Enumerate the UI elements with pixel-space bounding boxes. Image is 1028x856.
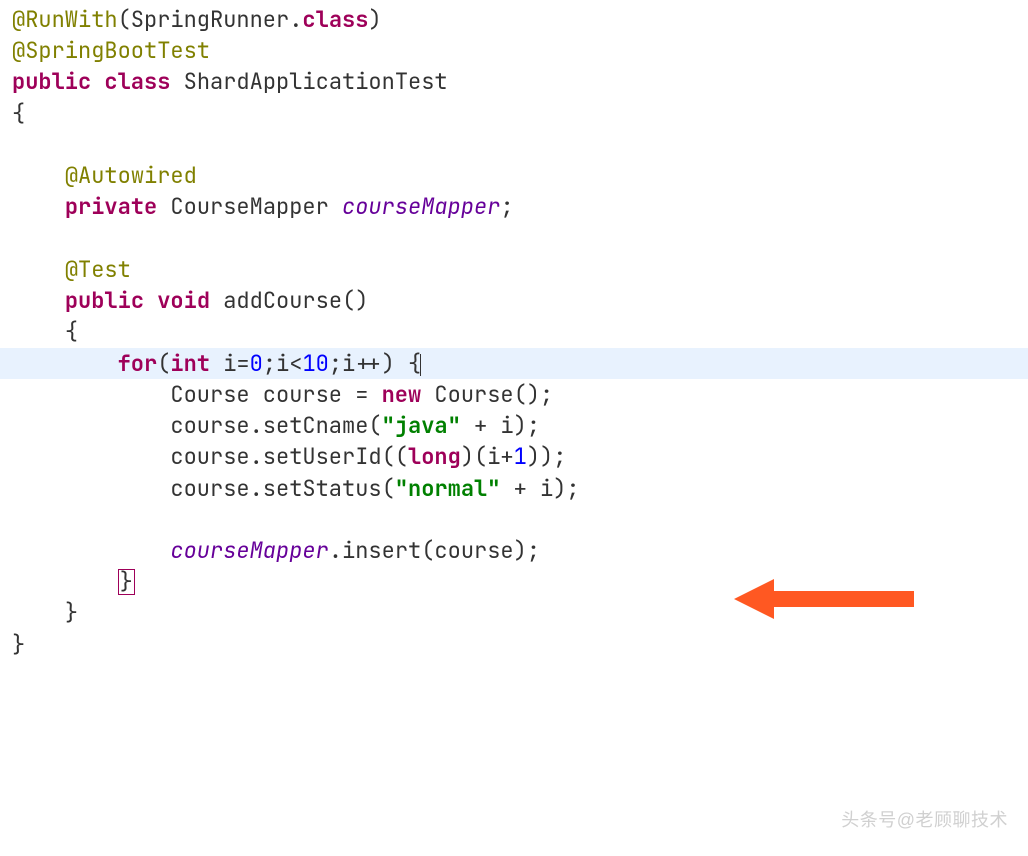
code-text: course.setCname(	[170, 411, 381, 440]
keyword-private: private	[65, 192, 157, 221]
string-literal: "normal"	[395, 474, 501, 503]
number: 0	[250, 349, 263, 378]
code-line-17[interactable]: }	[12, 597, 1028, 628]
code-line-blank[interactable]	[12, 223, 1028, 254]
code-line-6[interactable]: private CourseMapper courseMapper;	[12, 191, 1028, 222]
code-line-14[interactable]: course.setStatus("normal" + i);	[12, 473, 1028, 504]
field-name: courseMapper	[342, 192, 500, 221]
method-name: addCourse	[223, 286, 342, 315]
code-line-10-highlighted[interactable]: for(int i=0;i<10;i++) {	[0, 348, 1028, 379]
code-line-8[interactable]: public void addCourse()	[12, 285, 1028, 316]
keyword-class: class	[104, 67, 170, 96]
annotation-autowired: @Autowired	[65, 161, 197, 190]
code-line-18[interactable]: }	[12, 629, 1028, 660]
number: 1	[514, 442, 527, 471]
code-line-13[interactable]: course.setUserId((long)(i+1));	[12, 441, 1028, 472]
code-text: ));	[527, 442, 567, 471]
code-text: i=	[210, 349, 250, 378]
brace-close: }	[12, 630, 25, 659]
code-line-9[interactable]: {	[12, 316, 1028, 347]
keyword-for: for	[118, 349, 158, 378]
code-line-11[interactable]: Course course = new Course();	[12, 379, 1028, 410]
keyword-new: new	[382, 380, 422, 409]
code-text: Course course =	[170, 380, 381, 409]
code-line-3[interactable]: public class ShardApplicationTest	[12, 66, 1028, 97]
code-text: Course();	[421, 380, 553, 409]
annotation-test: @Test	[65, 255, 131, 284]
semicolon: ;	[500, 192, 513, 221]
annotation: @SpringBootTest	[12, 36, 210, 65]
code-line-16[interactable]: }	[12, 566, 1028, 597]
type-name: CourseMapper	[170, 192, 328, 221]
watermark-text: 头条号@老顾聊技术	[841, 808, 1008, 834]
code-line-5[interactable]: @Autowired	[12, 160, 1028, 191]
code-editor[interactable]: @RunWith(SpringRunner.class) @SpringBoot…	[0, 0, 1028, 660]
code-line-7[interactable]: @Test	[12, 254, 1028, 285]
code-text: )(i+	[461, 442, 514, 471]
cursor-icon	[420, 354, 421, 376]
code-line-12[interactable]: course.setCname("java" + i);	[12, 410, 1028, 441]
code-text: course.setStatus(	[170, 474, 394, 503]
code-line-4[interactable]: {	[12, 98, 1028, 129]
keyword-public: public	[12, 67, 91, 96]
brace-close-matched: }	[118, 569, 135, 595]
code-text: + i);	[461, 411, 540, 440]
code-text: course.setUserId((	[170, 442, 408, 471]
code-text: ;i++) {	[329, 349, 421, 378]
code-line-15[interactable]: courseMapper.insert(course);	[12, 535, 1028, 566]
brace-open: {	[12, 99, 25, 128]
annotation: @RunWith	[12, 5, 118, 34]
brace-open: {	[65, 317, 78, 346]
keyword-public: public	[65, 286, 144, 315]
parentheses: ()	[342, 286, 368, 315]
code-line-1[interactable]: @RunWith(SpringRunner.class)	[12, 4, 1028, 35]
code-line-blank[interactable]	[12, 129, 1028, 160]
code-text: + i);	[500, 474, 579, 503]
field-ref: courseMapper	[170, 536, 328, 565]
code-text: (SpringRunner.	[118, 5, 303, 34]
string-literal: "java"	[382, 411, 461, 440]
code-text: .insert(course);	[329, 536, 540, 565]
code-line-2[interactable]: @SpringBootTest	[12, 35, 1028, 66]
number: 10	[302, 349, 328, 378]
paren: (	[157, 349, 170, 378]
code-line-blank[interactable]	[12, 504, 1028, 535]
code-text: ;i<	[263, 349, 303, 378]
class-name: ShardApplicationTest	[184, 67, 448, 96]
code-text: )	[368, 5, 381, 34]
keyword-void: void	[157, 286, 210, 315]
keyword-long: long	[408, 442, 461, 471]
keyword-class: class	[302, 5, 368, 34]
keyword-int: int	[170, 349, 210, 378]
brace-close: }	[65, 598, 78, 627]
